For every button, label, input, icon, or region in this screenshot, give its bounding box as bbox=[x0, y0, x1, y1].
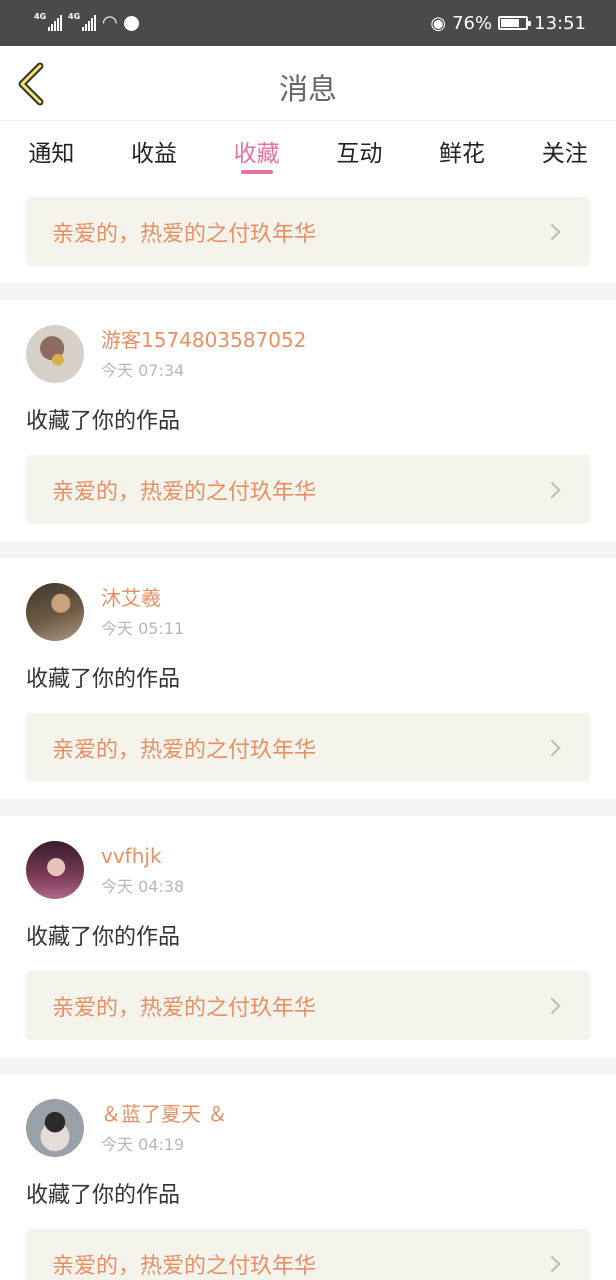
work-title: 亲爱的，热爱的之付玖年华 bbox=[52, 737, 317, 763]
timestamp: 今天 05:11 bbox=[101, 619, 185, 638]
tab-interaction[interactable]: 互动 bbox=[308, 122, 411, 184]
action-text: 收藏了你的作品 bbox=[26, 1183, 181, 1208]
tab-label: 互动 bbox=[336, 141, 383, 167]
list-item: 游客1574803587052 今天 07:34 收藏了你的作品 亲爱的，热爱的… bbox=[0, 300, 616, 541]
username[interactable]: 沐艾羲 bbox=[101, 585, 184, 611]
tab-follow[interactable]: 关注 bbox=[513, 122, 616, 184]
tab-notify[interactable]: 通知 bbox=[0, 122, 103, 184]
message-list: 亲爱的，热爱的之付玖年华 游客1574803587052 今天 07:34 收藏… bbox=[0, 184, 616, 1280]
user-row[interactable]: vvfhjk 今天 04:38 bbox=[26, 841, 590, 899]
status-bar: 4G 4G ◠ ◉ 76% 13:51 bbox=[0, 0, 616, 46]
action-text: 收藏了你的作品 bbox=[26, 925, 181, 950]
tab-income[interactable]: 收益 bbox=[103, 122, 206, 184]
chevron-right-icon bbox=[543, 739, 561, 756]
eye-icon: ◉ bbox=[430, 12, 447, 34]
signal-icon: 4G bbox=[34, 12, 62, 31]
tab-label: 通知 bbox=[28, 141, 75, 167]
chevron-right-icon bbox=[543, 1255, 561, 1272]
tab-favorites[interactable]: 收藏 bbox=[205, 122, 308, 184]
list-item: 沐艾羲 今天 05:11 收藏了你的作品 亲爱的，热爱的之付玖年华 bbox=[0, 558, 616, 799]
list-item: vvfhjk 今天 04:38 收藏了你的作品 亲爱的，热爱的之付玖年华 bbox=[0, 816, 616, 1057]
timestamp: 今天 07:34 bbox=[101, 361, 185, 380]
work-link[interactable]: 亲爱的，热爱的之付玖年华 bbox=[26, 971, 590, 1040]
page-title: 消息 bbox=[278, 72, 337, 106]
action-text: 收藏了你的作品 bbox=[26, 667, 181, 692]
work-title: 亲爱的，热爱的之付玖年华 bbox=[52, 995, 317, 1021]
wifi-icon: ◠ bbox=[102, 12, 118, 33]
battery-percent: 76% bbox=[452, 12, 493, 34]
username[interactable]: 游客1574803587052 bbox=[101, 327, 306, 353]
work-title: 亲爱的，热爱的之付玖年华 bbox=[52, 221, 317, 247]
tab-flowers[interactable]: 鲜花 bbox=[411, 122, 514, 184]
clock: 13:51 bbox=[534, 12, 586, 34]
globe-icon bbox=[123, 15, 139, 31]
tab-label: 收藏 bbox=[233, 141, 280, 167]
header: 消息 bbox=[0, 46, 616, 121]
divider bbox=[0, 283, 616, 300]
user-row[interactable]: 游客1574803587052 今天 07:34 bbox=[26, 325, 590, 383]
work-link[interactable]: 亲爱的，热爱的之付玖年华 bbox=[26, 197, 590, 266]
avatar[interactable] bbox=[26, 583, 84, 641]
work-link[interactable]: 亲爱的，热爱的之付玖年华 bbox=[26, 1229, 590, 1280]
avatar[interactable] bbox=[26, 325, 84, 383]
signal-icon-2: 4G bbox=[68, 12, 96, 31]
list-item: 亲爱的，热爱的之付玖年华 bbox=[0, 184, 616, 283]
chevron-right-icon bbox=[543, 223, 561, 240]
avatar[interactable] bbox=[26, 841, 84, 899]
timestamp: 今天 04:38 bbox=[101, 877, 185, 896]
user-row[interactable]: 沐艾羲 今天 05:11 bbox=[26, 583, 590, 641]
divider bbox=[0, 541, 616, 558]
list-item: ＆蓝了夏天 ＆ 今天 04:19 收藏了你的作品 亲爱的，热爱的之付玖年华 bbox=[0, 1074, 616, 1280]
divider bbox=[0, 1057, 616, 1074]
chevron-right-icon bbox=[543, 997, 561, 1014]
work-link[interactable]: 亲爱的，热爱的之付玖年华 bbox=[26, 455, 590, 524]
work-title: 亲爱的，热爱的之付玖年华 bbox=[52, 479, 317, 505]
action-text: 收藏了你的作品 bbox=[26, 409, 181, 434]
battery-icon bbox=[498, 16, 532, 30]
chevron-right-icon bbox=[543, 481, 561, 498]
username[interactable]: ＆蓝了夏天 ＆ bbox=[101, 1101, 227, 1127]
tab-label: 关注 bbox=[541, 141, 588, 167]
user-row[interactable]: ＆蓝了夏天 ＆ 今天 04:19 bbox=[26, 1099, 590, 1157]
work-link[interactable]: 亲爱的，热爱的之付玖年华 bbox=[26, 713, 590, 782]
tab-bar: 通知 收益 收藏 互动 鲜花 关注 bbox=[0, 122, 616, 184]
work-title: 亲爱的，热爱的之付玖年华 bbox=[52, 1253, 317, 1279]
timestamp: 今天 04:19 bbox=[101, 1135, 185, 1154]
username[interactable]: vvfhjk bbox=[101, 843, 184, 869]
tab-label: 鲜花 bbox=[439, 141, 486, 167]
tab-label: 收益 bbox=[131, 141, 177, 167]
tab-indicator bbox=[240, 170, 273, 174]
divider bbox=[0, 799, 616, 816]
avatar[interactable] bbox=[26, 1099, 84, 1157]
